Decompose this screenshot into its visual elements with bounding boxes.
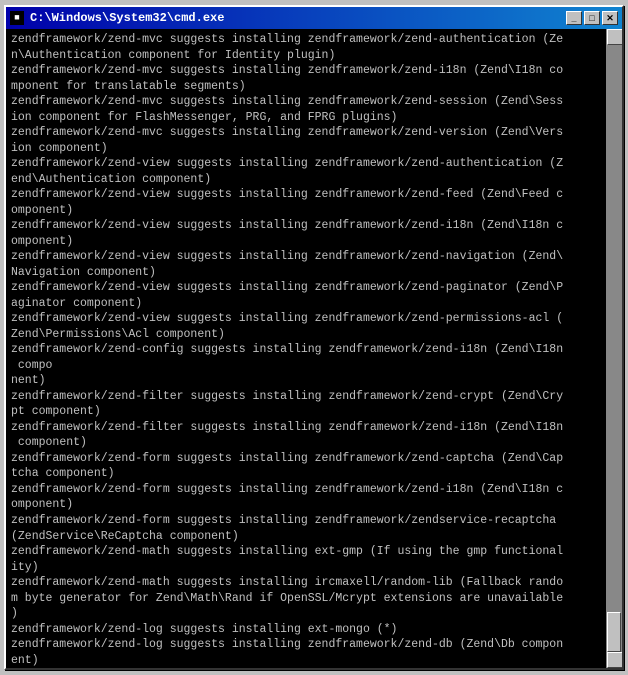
window-title: C:\Windows\System32\cmd.exe: [30, 11, 224, 25]
scroll-thumb[interactable]: [607, 612, 621, 652]
cmd-icon: ■: [10, 11, 24, 25]
scrollbar[interactable]: ▲ ▼: [606, 29, 622, 668]
title-buttons: _ □ ✕: [566, 11, 618, 25]
terminal-body: zendframework/zend-mvc suggests installi…: [6, 29, 622, 668]
scroll-up-button[interactable]: ▲: [607, 29, 622, 45]
close-button[interactable]: ✕: [602, 11, 618, 25]
title-bar: ■ C:\Windows\System32\cmd.exe _ □ ✕: [6, 7, 622, 29]
minimize-button[interactable]: _: [566, 11, 582, 25]
scroll-track[interactable]: [607, 45, 622, 652]
terminal-content: zendframework/zend-mvc suggests installi…: [11, 32, 617, 668]
scroll-down-button[interactable]: ▼: [607, 652, 622, 668]
maximize-button[interactable]: □: [584, 11, 600, 25]
cmd-window: ■ C:\Windows\System32\cmd.exe _ □ ✕ zend…: [4, 5, 624, 670]
title-bar-left: ■ C:\Windows\System32\cmd.exe: [10, 11, 224, 25]
